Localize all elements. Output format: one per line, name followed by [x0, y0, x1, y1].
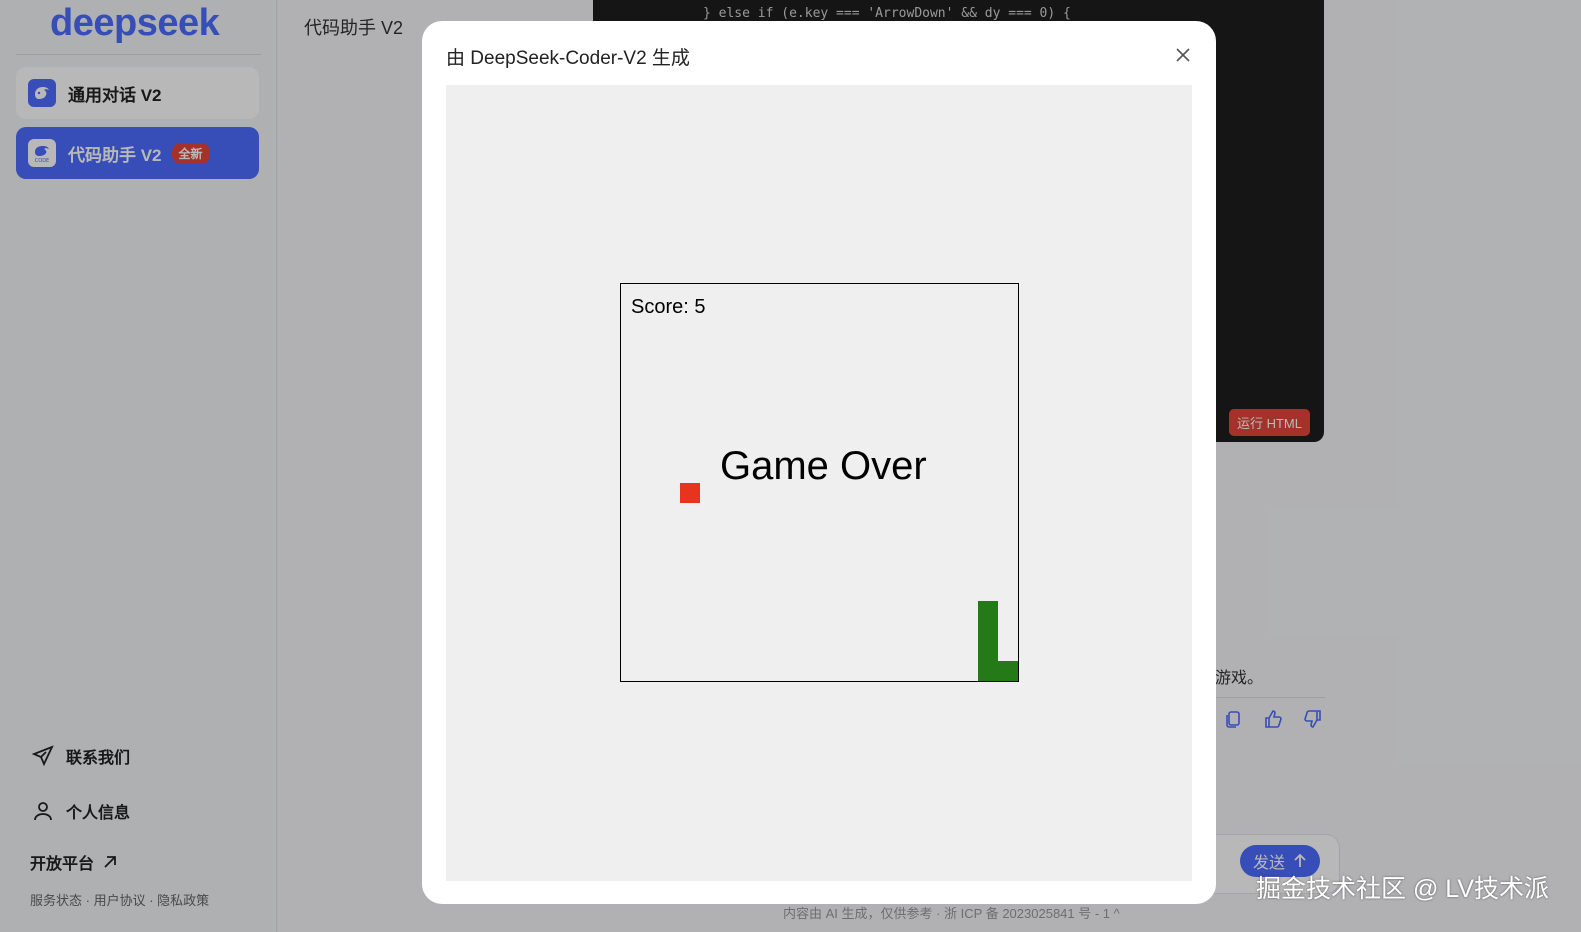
watermark: 掘金技术社区 @ LV技术派	[1256, 875, 1549, 903]
modal-title: 由 DeepSeek-Coder-V2 生成	[446, 48, 690, 69]
snake-game-canvas[interactable]: Score: 5 Game Over	[620, 283, 1019, 682]
food-square	[680, 483, 700, 503]
snake-segment	[978, 601, 998, 681]
score-label: Score: 5	[631, 296, 706, 318]
game-over-text: Game Over	[720, 444, 927, 488]
close-icon[interactable]	[1172, 44, 1194, 66]
html-preview-modal: 由 DeepSeek-Coder-V2 生成 Score: 5 Game Ove…	[422, 21, 1216, 904]
snake-segment	[998, 661, 1018, 681]
html-preview-frame: Score: 5 Game Over	[446, 85, 1192, 881]
